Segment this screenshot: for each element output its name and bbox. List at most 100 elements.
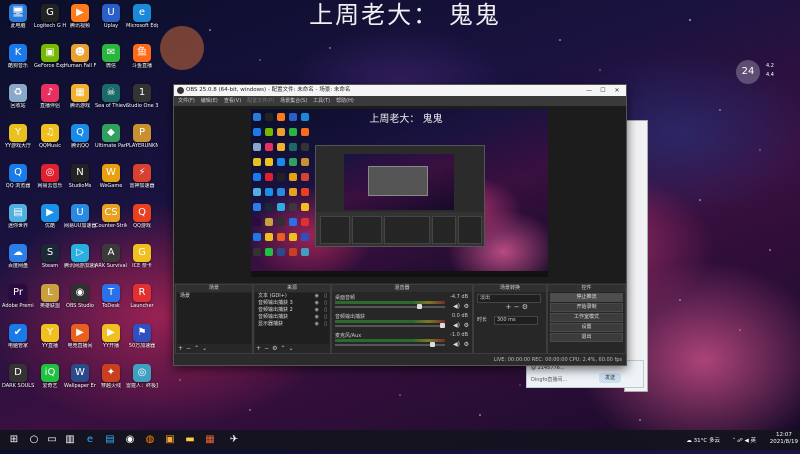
lock-icon[interactable]: ▯ <box>324 314 327 321</box>
obs-preview-area[interactable]: 上周老大： 鬼鬼 <box>174 106 626 283</box>
desktop-icon[interactable]: DDARK SOULS III <box>2 364 34 398</box>
source-item[interactable]: 音频输出捕获 2 ◉ ▯ <box>255 307 329 314</box>
start-recording-button[interactable]: 开始录制 <box>550 303 623 312</box>
desktop-icon[interactable]: ☠Sea of Thieves <box>95 84 127 118</box>
add-icon[interactable]: + <box>256 345 261 352</box>
lock-icon[interactable]: ▯ <box>324 300 327 307</box>
move-down-icon[interactable]: ⌄ <box>288 345 293 352</box>
desktop-icon[interactable]: eMicrosoft Edge <box>126 4 158 38</box>
desktop-icon[interactable]: CSCounter-Strike Global Off <box>95 204 127 238</box>
gear-icon[interactable]: ⚙ <box>522 303 528 311</box>
desktop-icon[interactable]: ✔ 电脑管家 <box>2 324 34 358</box>
move-down-icon[interactable]: ⌄ <box>202 345 207 352</box>
desktop-icon[interactable]: ♪ 直播伴侣 <box>34 84 66 118</box>
sources-list[interactable]: 文本 (GDI+) ◉ ▯ 音频输出捕获 3 ◉ ▯ 音频输出捕获 2 ◉ ▯ 音频输出捕获… <box>255 293 329 344</box>
desktop-icon[interactable]: ✦ 穿越火线 <box>95 364 127 398</box>
chevron-up-icon[interactable]: ˄ <box>733 438 736 444</box>
desktop-icon[interactable]: U Uplay <box>95 4 127 38</box>
eye-icon[interactable]: ◉ <box>315 307 319 314</box>
desktop-icon[interactable]: ☻Human Fall Flat <box>64 44 96 78</box>
speaker-icon[interactable]: ◀) <box>453 322 460 329</box>
tray-weather[interactable]: ☁ 31°C 多云 <box>686 436 720 454</box>
desktop-icon[interactable]: ▦ 腾讯游戏 <box>64 84 96 118</box>
desktop-icon[interactable]: Y YY游戏大厅 <box>2 124 34 158</box>
store-icon[interactable]: ▤ <box>104 434 116 446</box>
desktop-icon[interactable]: GLogitech G HUB <box>34 4 66 38</box>
source-item[interactable]: 显示器捕获 ◉ ▯ <box>255 321 329 328</box>
scenes-list[interactable]: 场景 <box>177 293 251 344</box>
volume-slider-handle[interactable] <box>440 323 445 328</box>
desktop-icon[interactable]: ▶ 电竞直播间 <box>64 324 96 358</box>
speaker-icon[interactable]: ◀) <box>453 341 460 348</box>
app-icon[interactable]: ✈ <box>228 434 240 446</box>
studio-mode-button[interactable]: 工作室模式 <box>550 313 623 322</box>
volume-slider[interactable] <box>335 306 445 308</box>
desktop-icon[interactable]: ▶ 优酷 <box>34 204 66 238</box>
desktop-icon[interactable]: ⚑ 50万加速器 <box>126 324 158 358</box>
desktop-icon[interactable]: Q 腾讯QQ <box>64 124 96 158</box>
add-icon[interactable]: + <box>506 303 512 311</box>
eye-icon[interactable]: ◉ <box>315 321 319 328</box>
background-window[interactable] <box>624 120 648 392</box>
desktop-icon[interactable]: ◎ 网易云音乐 <box>34 164 66 198</box>
menu-scene-collection[interactable]: 场景集合(S) <box>280 96 307 106</box>
desktop-icon[interactable]: K 酷狗音乐 <box>2 44 34 78</box>
obs-taskbar-icon[interactable]: ◉ <box>124 434 136 446</box>
desktop-icon[interactable]: ♫ QQMusic <box>34 124 66 158</box>
desktop-icon[interactable]: 鱼斗鱼直播 <box>126 44 158 78</box>
menu-help[interactable]: 帮助(H) <box>336 96 354 106</box>
start-icon[interactable]: ⊞ <box>8 434 20 446</box>
desktop-icon[interactable]: ▷ 腾讯网游加速器 <box>64 244 96 278</box>
lock-icon[interactable]: ▯ <box>324 321 327 328</box>
desktop-icon[interactable]: ◎雷霆人：终极直播 <box>126 364 158 398</box>
desktop-icon[interactable]: WWallpaper Engine <box>64 364 96 398</box>
source-item[interactable]: 音频输出捕获 ◉ ▯ <box>255 314 329 321</box>
move-up-icon[interactable]: ⌃ <box>194 345 199 352</box>
menu-view[interactable]: 查看(V) <box>224 96 241 106</box>
desktop-icon[interactable]: ⚡ 雷神加速器 <box>126 164 158 198</box>
desktop-icon[interactable]: PrAdobe Premiere <box>2 284 34 318</box>
menu-edit[interactable]: 编辑(E) <box>201 96 218 106</box>
desktop-icon[interactable]: ▶ YY开播 <box>95 324 127 358</box>
tray-icons[interactable]: ˄ ☍ ◀ 英 <box>733 436 756 454</box>
remove-icon[interactable]: − <box>186 345 191 352</box>
volume-icon[interactable]: ◀ <box>745 438 749 444</box>
desktop-icon[interactable]: G ICE 奈卡 <box>126 244 158 278</box>
duration-input[interactable]: 300 ms <box>494 316 538 325</box>
stop-streaming-button[interactable]: 停止推流 <box>550 293 623 302</box>
folder-icon[interactable]: ▬ <box>184 434 196 446</box>
eye-icon[interactable]: ◉ <box>315 293 319 300</box>
app-icon[interactable]: ▦ <box>204 434 216 446</box>
transition-select[interactable]: 淡出 <box>477 294 541 303</box>
desktop-icon[interactable]: ☁ 百度网盘 <box>2 244 34 278</box>
settings-button[interactable]: 设置 <box>550 323 623 332</box>
clock[interactable]: 12:07 2021/8/19 <box>770 432 798 446</box>
desktop-icon[interactable]: iQ 爱奇艺 <box>34 364 66 398</box>
desktop-icon[interactable]: ▣GeForce Experience <box>34 44 66 78</box>
ime-indicator[interactable]: 英 <box>750 438 756 444</box>
desktop-icon[interactable]: ◆Ultimate Party <box>95 124 127 158</box>
volume-slider-handle[interactable] <box>429 342 435 347</box>
app-icon[interactable]: ◍ <box>144 434 156 446</box>
desktop-icon[interactable]: N StudioMs <box>64 164 96 198</box>
gear-icon[interactable]: ⚙ <box>272 345 277 352</box>
eye-icon[interactable]: ◉ <box>315 300 319 307</box>
lock-icon[interactable]: ▯ <box>324 307 327 314</box>
file-explorer-icon[interactable]: ▥ <box>64 434 76 446</box>
menu-tools[interactable]: 工具(T) <box>313 96 330 106</box>
desktop-icon[interactable]: W WeGame <box>95 164 127 198</box>
chat-send-button[interactable]: 发送 <box>599 373 621 383</box>
desktop-icon[interactable]: T ToDesk <box>95 284 127 318</box>
eye-icon[interactable]: ◉ <box>315 314 319 321</box>
network-icon[interactable]: ☍ <box>737 438 743 444</box>
minimize-button[interactable]: — <box>582 85 596 96</box>
weather-widget[interactable]: 24 4.2 4.4 <box>736 60 784 86</box>
menu-profile[interactable]: 配置文件(P) <box>247 96 274 106</box>
source-item[interactable]: 文本 (GDI+) ◉ ▯ <box>255 293 329 300</box>
desktop-icon[interactable]: R Launcher <box>126 284 158 318</box>
desktop-icon[interactable]: ◉ OBS Studio <box>64 284 96 318</box>
desktop-icon[interactable]: Y YY直播 <box>34 324 66 358</box>
desktop-icon[interactable]: PPLAYERUNKNOWN'S BATTLEGROUNDS <box>126 124 158 158</box>
task-view-icon[interactable]: ▭ <box>46 434 58 446</box>
source-item[interactable]: 音频输出捕获 3 ◉ ▯ <box>255 300 329 307</box>
